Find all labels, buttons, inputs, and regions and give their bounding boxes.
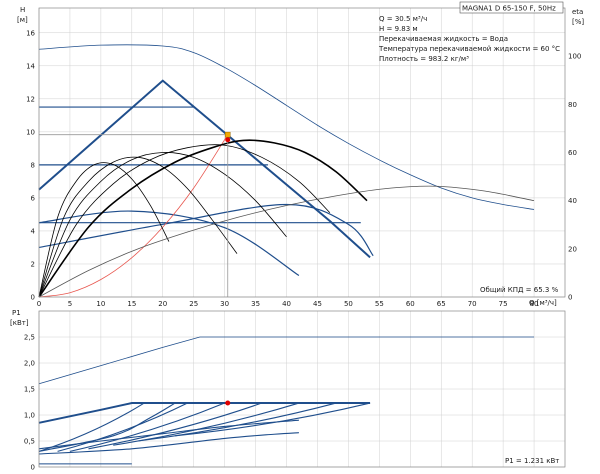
y-axis-unit-p1: [кВт] xyxy=(10,319,29,327)
info-line-liquid: Перекачиваемая жидкость = Вода xyxy=(379,35,508,43)
y2-axis-label-eta: eta xyxy=(572,8,583,16)
pump-curve-chart: 0 5 10 15 20 25 30 35 40 45 50 55 60 65 70 75 80 0 2 4 6 8 10 1… xyxy=(10,1,584,472)
duty-markers xyxy=(39,131,231,406)
x-tick-label: 25 xyxy=(189,300,198,308)
p1-y-tick-label: 0 xyxy=(31,464,35,472)
y-tick-label: 14 xyxy=(26,62,35,70)
p1-y-tick-label: 2,5 xyxy=(24,334,35,342)
y-axis-label-p1: P1 xyxy=(12,309,21,317)
y-tick-label: 12 xyxy=(26,95,35,103)
x-tick-label: 0 xyxy=(37,300,41,308)
qh-tick-labels: 0 5 10 15 20 25 30 35 40 45 50 55 60 65 70 75 80 0 2 4 6 8 10 1… xyxy=(26,29,581,308)
x-tick-label: 65 xyxy=(437,300,446,308)
y-tick-label: 4 xyxy=(31,227,36,235)
x-tick-label: 60 xyxy=(406,300,415,308)
p1-y-tick-label: 0,5 xyxy=(24,438,35,446)
x-tick-label: 45 xyxy=(313,300,322,308)
x-tick-label: 75 xyxy=(499,300,508,308)
p1-tick-labels: 0 0,5 1,0 1,5 2,0 2,5 xyxy=(24,334,35,472)
p1-spoke-curve xyxy=(38,402,145,452)
y2-tick-label: 0 xyxy=(568,294,572,302)
y2-axis-unit-eta: [%] xyxy=(572,18,584,26)
x-tick-label: 50 xyxy=(344,300,353,308)
x-tick-label: 30 xyxy=(220,300,229,308)
efficiency-curve xyxy=(38,156,238,298)
y-axis-label-h: H xyxy=(20,6,25,14)
x-tick-label: 40 xyxy=(282,300,291,308)
y-tick-label: 6 xyxy=(31,194,36,202)
efficiency-curve xyxy=(38,139,368,298)
efficiency-label: Общий КПД = 65.3 % xyxy=(480,286,559,294)
x-tick-label: 55 xyxy=(375,300,384,308)
y-tick-label: 10 xyxy=(26,128,35,136)
p1-y-tick-label: 2,0 xyxy=(24,360,35,368)
y2-tick-label: 20 xyxy=(568,245,577,253)
y2-tick-label: 100 xyxy=(568,53,581,61)
p1-y-tick-label: 1,5 xyxy=(24,386,35,394)
power-label: P1 = 1.231 кВт xyxy=(505,457,559,465)
info-line-density: Плотность = 983.2 кг/м³ xyxy=(379,55,469,63)
y2-tick-label: 60 xyxy=(568,149,577,157)
x-tick-label: 15 xyxy=(127,300,136,308)
x-tick-label: 20 xyxy=(158,300,167,308)
p1-spoke-curve xyxy=(69,402,225,452)
p1-y-tick-label: 1,0 xyxy=(24,412,35,420)
y-tick-label: 16 xyxy=(26,29,35,37)
y-tick-label: 2 xyxy=(31,260,35,268)
qh-curve-lower-1 xyxy=(38,210,300,277)
chart-title: MAGNA1 D 65-150 F, 50Hz xyxy=(462,5,556,13)
y2-tick-label: 80 xyxy=(568,101,577,109)
p1-point-marker xyxy=(225,400,231,406)
y-tick-label: 0 xyxy=(31,294,35,302)
x-tick-label: 70 xyxy=(468,300,477,308)
info-line-temperature: Температура перекачиваемой жидкости = 60… xyxy=(378,45,560,53)
p1-grid xyxy=(38,311,565,468)
info-line-head: H = 9.83 м xyxy=(379,25,418,33)
y2-tick-label: 40 xyxy=(568,197,577,205)
y-tick-label: 8 xyxy=(31,161,35,169)
eta-point-marker xyxy=(225,137,231,143)
x-axis-label: Q [м³/ч] xyxy=(529,299,557,307)
efficiency-curve xyxy=(38,162,170,298)
duty-point-marker xyxy=(224,131,231,138)
x-tick-label: 10 xyxy=(96,300,105,308)
x-tick-label: 35 xyxy=(251,300,260,308)
x-tick-label: 5 xyxy=(68,300,72,308)
p1-curve-proportional-power xyxy=(38,402,371,424)
y-axis-unit-h: [м] xyxy=(17,16,28,24)
info-line-flow: Q = 30.5 м³/ч xyxy=(379,15,427,23)
